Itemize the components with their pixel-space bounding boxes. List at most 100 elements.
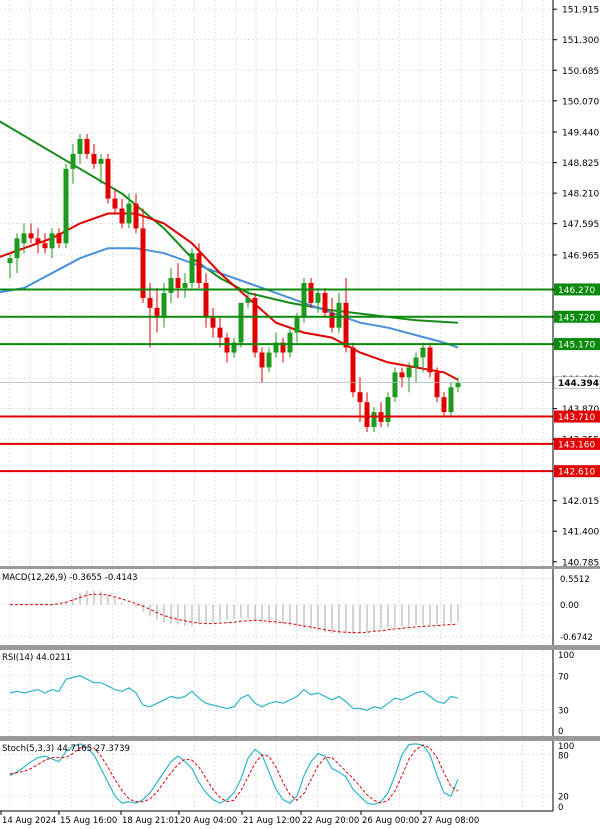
- moving-average-slow: [0, 120, 459, 324]
- candle-bullish: [266, 352, 272, 368]
- price-tick-label: 149.440: [562, 129, 599, 139]
- candle-bearish: [196, 253, 202, 283]
- price-tick-label: 148.825: [562, 159, 599, 169]
- price-tick-label: 146.965: [562, 251, 599, 261]
- time-tick-label: 15 Aug 16:00: [60, 816, 117, 826]
- stoch-tick-label: 20: [558, 793, 569, 803]
- pane-separator: [0, 736, 600, 741]
- candle-bearish: [259, 352, 265, 368]
- candle-bearish: [42, 243, 48, 249]
- candle-bullish: [126, 203, 132, 224]
- candle-bearish: [357, 392, 363, 403]
- price-tick-label: 150.685: [562, 67, 599, 77]
- candle-bullish: [371, 412, 377, 427]
- candle-bullish: [161, 292, 167, 318]
- candle-bearish: [364, 402, 370, 427]
- moving-average-fast: [0, 212, 459, 381]
- candle-bullish: [7, 258, 13, 264]
- price-tick-label: 151.300: [562, 36, 599, 46]
- price-tick-label: 147.595: [562, 220, 599, 230]
- candle-bullish: [420, 347, 426, 358]
- candle-bullish: [182, 283, 188, 288]
- level-label: 145.170: [558, 341, 595, 351]
- candle-bearish: [140, 228, 146, 298]
- candle-bearish: [329, 312, 335, 328]
- candle-bullish: [245, 297, 251, 303]
- candle-bullish: [392, 372, 398, 398]
- candle-bullish: [14, 238, 20, 259]
- stoch-pane[interactable]: Stoch(5,3,3) 44.7165 27.3739 10080200: [0, 741, 574, 813]
- candle-bullish: [49, 233, 55, 249]
- candle-bullish: [77, 139, 83, 154]
- candle-bearish: [322, 292, 328, 313]
- macd-tick-label: 0.5512: [560, 575, 590, 585]
- moving-average-mid: [0, 247, 459, 349]
- candle-bearish: [434, 372, 440, 398]
- candle-bullish: [189, 253, 195, 283]
- candle-bullish: [413, 357, 419, 368]
- candle-bearish: [35, 238, 41, 244]
- pane-separator: [0, 566, 600, 569]
- level-label: 143.160: [558, 440, 595, 450]
- candle-bearish: [343, 302, 349, 348]
- time-tick-label: 27 Aug 08:00: [422, 816, 479, 826]
- candle-bullish: [385, 397, 391, 423]
- time-tick-label: 14 Aug 2024: [2, 816, 56, 826]
- price-tick-label: 150.070: [562, 97, 599, 107]
- candle-bearish: [28, 233, 34, 239]
- level-label: 145.720: [558, 313, 595, 323]
- rsi-tick-label: 100: [558, 651, 574, 661]
- stoch-tick-label: 0: [558, 803, 563, 813]
- macd-tick-label: -0.6742: [560, 633, 593, 643]
- price-tick-label: 141.400: [562, 528, 599, 538]
- price-pane[interactable]: 151.915 151.300 150.685 150.070 149.440 148.8…: [0, 0, 600, 568]
- rsi-tick-label: 0: [558, 727, 563, 737]
- candle-bullish: [63, 168, 69, 244]
- candle-bullish: [98, 158, 104, 164]
- candle-bearish: [91, 153, 97, 164]
- time-tick-label: 22 Aug 20:00: [302, 816, 359, 826]
- candle-bearish: [217, 327, 223, 338]
- candle-bearish: [203, 283, 209, 318]
- candle-bullish: [315, 292, 321, 303]
- rsi-tick-label: 30: [558, 707, 569, 717]
- macd-label: MACD(12,26,9) -0.3655 -0.4143: [2, 573, 138, 583]
- price-tick-label: 148.210: [562, 190, 599, 200]
- candle-bearish: [399, 372, 405, 378]
- candle-bearish: [350, 347, 356, 393]
- macd-tick-label: 0.00: [560, 601, 579, 611]
- candle-bullish: [406, 367, 412, 378]
- candle-bullish: [168, 278, 174, 293]
- time-tick-label: 20 Aug 04:00: [180, 816, 237, 826]
- candle-bearish: [210, 317, 216, 328]
- candle-bullish: [21, 233, 27, 244]
- rsi-line: [9, 675, 459, 711]
- candle-bullish: [287, 332, 293, 353]
- candle-bullish: [301, 283, 307, 318]
- candle-bearish: [105, 158, 111, 199]
- trading-chart[interactable]: 151.915 151.300 150.685 150.070 149.440 148.8…: [0, 0, 600, 829]
- pane-separator: [0, 645, 600, 650]
- candle-bearish: [56, 233, 62, 244]
- price-tick-label: 151.915: [562, 6, 599, 16]
- level-label: 146.270: [558, 286, 595, 296]
- candle-bullish: [70, 153, 76, 169]
- candle-bullish: [336, 302, 342, 328]
- candle-bearish: [308, 283, 314, 303]
- candle-bearish: [119, 208, 125, 224]
- rsi-label: RSI(14) 44.0211: [2, 653, 71, 663]
- price-tick-label: 142.015: [562, 497, 599, 507]
- time-tick-label: 21 Aug 12:00: [243, 816, 300, 826]
- candle-bearish: [441, 397, 447, 413]
- axes-frame: [0, 0, 600, 812]
- candle-bearish: [427, 347, 433, 373]
- macd-pane[interactable]: MACD(12,26,9) -0.3655 -0.4143 0.5512 0.00 -…: [0, 569, 593, 645]
- candle-bullish: [238, 302, 244, 343]
- candle-bullish: [448, 387, 454, 413]
- level-label: 143.710: [558, 413, 595, 423]
- rsi-pane[interactable]: RSI(14) 44.0211 100 70 30 0: [0, 650, 574, 737]
- rsi-tick-label: 70: [558, 672, 569, 682]
- candle-bullish: [455, 382, 461, 388]
- candle-bullish: [294, 317, 300, 333]
- candle-bearish: [84, 139, 90, 154]
